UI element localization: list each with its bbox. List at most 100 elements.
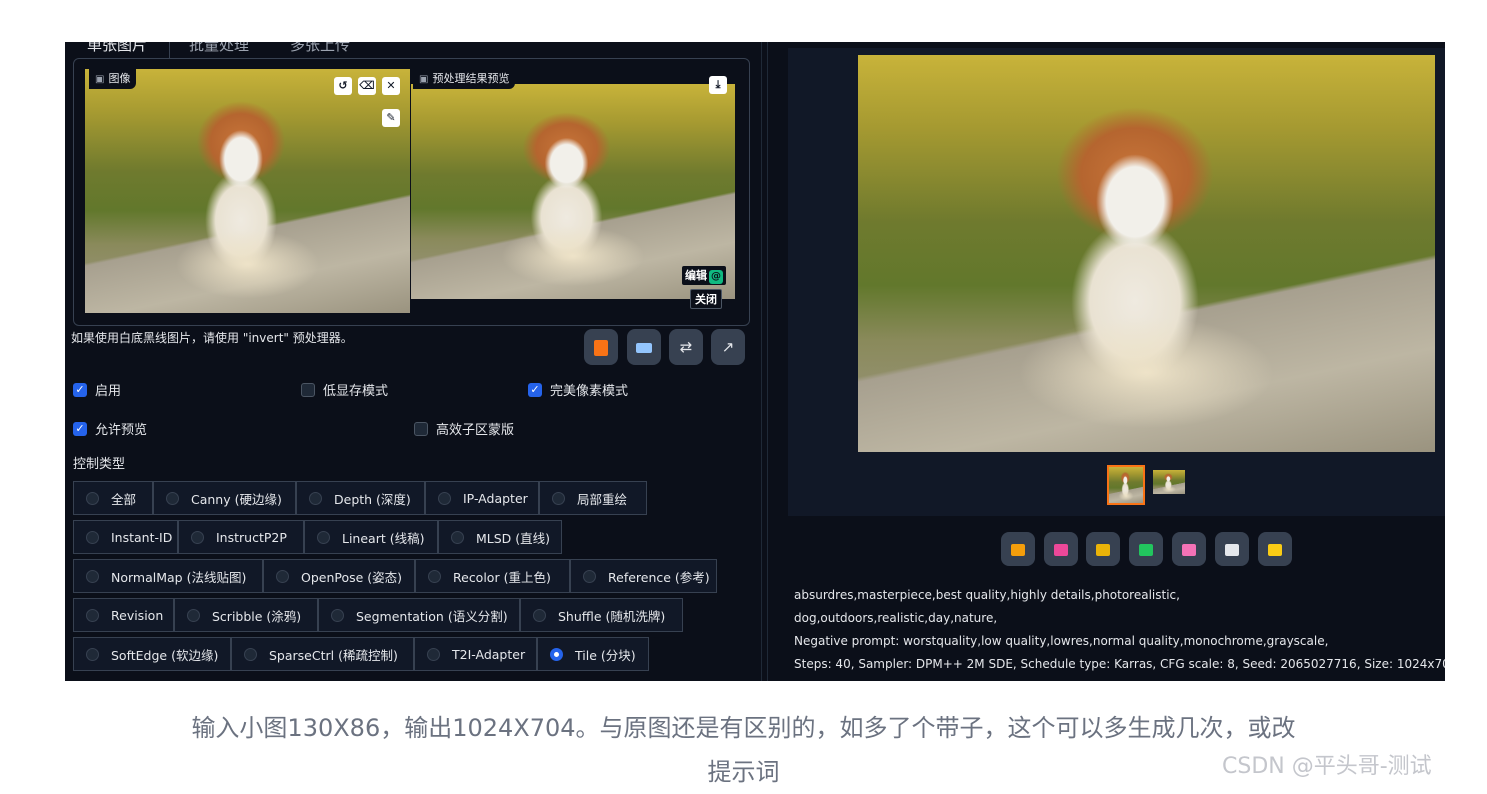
zip-button[interactable]: [1086, 532, 1120, 566]
send-to-img2img-button[interactable]: [1129, 532, 1163, 566]
control-type-option[interactable]: IP-Adapter: [425, 481, 539, 515]
brush-icon[interactable]: ✎: [382, 109, 400, 127]
control-type-option[interactable]: MLSD (直线): [438, 520, 562, 554]
webui-screenshot: 单张图片 批量处理 多张上传 ▣ 图像 ▣ 预处理结果预览 ↺ ⌫ ✕ ✎ ⤓ 编辑…: [65, 42, 1445, 681]
radio-icon: [86, 569, 99, 583]
option-label: InstructP2P: [216, 529, 287, 545]
control-type-option[interactable]: Recolor (重上色): [415, 559, 570, 593]
radio-icon: [533, 608, 546, 622]
control-type-option[interactable]: Segmentation (语义分割): [318, 598, 520, 632]
folder-icon: [1011, 543, 1025, 556]
option-label: Shuffle (随机洗牌): [558, 608, 666, 624]
control-type-option[interactable]: Reference (参考): [570, 559, 717, 593]
undo-icon[interactable]: ↺: [334, 77, 352, 95]
radio-icon: [86, 647, 99, 661]
tab-divider: [169, 42, 170, 58]
generation-info-prompt: absurdres,masterpiece,best quality,highl…: [794, 588, 1180, 602]
enable-label: 启用: [95, 384, 122, 399]
control-type-option[interactable]: 局部重绘: [539, 481, 647, 515]
new-canvas-button[interactable]: [584, 329, 618, 365]
camera-icon: [636, 342, 652, 353]
lowvram-label: 低显存模式: [323, 384, 389, 399]
gallery-thumbnail-selected[interactable]: [1107, 465, 1145, 505]
ruler-icon: [1225, 543, 1239, 556]
check-icon: ✓: [73, 421, 87, 436]
control-type-option[interactable]: NormalMap (法线贴图): [73, 559, 263, 593]
allow-preview-checkbox[interactable]: ✓ 允许预览: [73, 419, 147, 438]
thumbnail-image: [1109, 467, 1143, 503]
generation-info-negative: Negative prompt: worstquality,low qualit…: [794, 634, 1329, 648]
radio-icon: [191, 530, 204, 544]
pixel-perfect-label: 完美像素模式: [550, 384, 629, 399]
eraser-icon[interactable]: ⌫: [358, 77, 376, 95]
radio-icon: [86, 608, 99, 622]
option-label: Instant-ID: [111, 529, 173, 545]
option-label: 全部: [111, 491, 137, 507]
download-icon[interactable]: ⤓: [709, 76, 727, 94]
option-label: Reference (参考): [608, 569, 710, 585]
control-type-option[interactable]: Canny (硬边缘): [153, 481, 296, 515]
radio-icon: [427, 647, 440, 661]
radio-icon: [309, 491, 322, 505]
check-icon: ✓: [73, 382, 87, 397]
send-to-inpaint-button[interactable]: [1172, 532, 1206, 566]
control-type-option[interactable]: SparseCtrl (稀疏控制): [231, 637, 414, 671]
radio-icon: [451, 530, 464, 544]
effective-region-checkbox[interactable]: 高效子区蒙版: [414, 419, 514, 438]
control-type-option[interactable]: T2I-Adapter: [414, 637, 537, 671]
webcam-button[interactable]: [627, 329, 661, 365]
control-type-option-selected[interactable]: Tile (分块): [537, 637, 649, 671]
preview-label: ▣ 预处理结果预览: [413, 69, 516, 89]
control-type-option[interactable]: Instant-ID: [73, 520, 178, 554]
generated-image[interactable]: [858, 55, 1435, 452]
send-to-extras-button[interactable]: [1215, 532, 1249, 566]
radio-icon: [331, 608, 344, 622]
control-type-option[interactable]: InstructP2P: [178, 520, 304, 554]
option-label: 局部重绘: [577, 491, 628, 507]
checkbox-box: [414, 421, 428, 436]
upscale-button[interactable]: [1258, 532, 1292, 566]
image-label: ▣ 图像: [89, 69, 137, 89]
image-icon: ▣: [95, 74, 105, 85]
option-label: Recolor (重上色): [453, 569, 551, 585]
panel-divider: [767, 42, 768, 681]
radio-icon: [438, 491, 451, 505]
control-type-option[interactable]: Scribble (涂鸦): [174, 598, 318, 632]
close-button[interactable]: 关闭: [690, 289, 722, 309]
gallery-thumbnail[interactable]: [1153, 470, 1185, 494]
image-label-text: 图像: [108, 72, 131, 85]
save-button[interactable]: [1044, 532, 1078, 566]
option-label: T2I-Adapter: [452, 646, 526, 662]
control-type-option[interactable]: Lineart (线稿): [304, 520, 438, 554]
edit-button[interactable]: 编辑 @: [682, 266, 726, 285]
option-label: SoftEdge (软边缘): [111, 647, 219, 663]
send-dimensions-button[interactable]: ↗: [711, 329, 745, 365]
tab-single-image[interactable]: 单张图片: [87, 42, 147, 55]
control-type-option[interactable]: OpenPose (姿态): [263, 559, 415, 593]
csdn-watermark: CSDN @平头哥-测试: [1222, 754, 1432, 779]
option-label: Lineart (线稿): [342, 530, 425, 546]
tab-multi-upload[interactable]: 多张上传: [290, 42, 350, 55]
ai-icon: @: [709, 270, 723, 284]
pixel-perfect-checkbox[interactable]: ✓ 完美像素模式: [528, 380, 628, 399]
option-label: IP-Adapter: [463, 490, 528, 506]
open-folder-button[interactable]: [1001, 532, 1035, 566]
thumbnail-image: [1153, 470, 1185, 494]
save-icon: [1054, 543, 1068, 556]
close-icon[interactable]: ✕: [382, 77, 400, 95]
radio-icon: [187, 608, 200, 622]
option-label: Revision: [111, 607, 164, 623]
control-type-option[interactable]: 全部: [73, 481, 153, 515]
control-type-option[interactable]: SoftEdge (软边缘): [73, 637, 231, 671]
input-image[interactable]: [85, 69, 410, 313]
control-type-option[interactable]: Depth (深度): [296, 481, 425, 515]
control-type-option[interactable]: Shuffle (随机洗牌): [520, 598, 683, 632]
lowvram-checkbox[interactable]: 低显存模式: [301, 380, 388, 399]
check-icon: ✓: [528, 382, 542, 397]
enable-checkbox[interactable]: ✓ 启用: [73, 380, 121, 399]
control-type-option[interactable]: Revision: [73, 598, 174, 632]
swap-button[interactable]: ⇄: [669, 329, 703, 365]
effective-region-label: 高效子区蒙版: [436, 423, 515, 438]
radio-icon: [86, 530, 99, 544]
tab-batch[interactable]: 批量处理: [189, 42, 249, 55]
